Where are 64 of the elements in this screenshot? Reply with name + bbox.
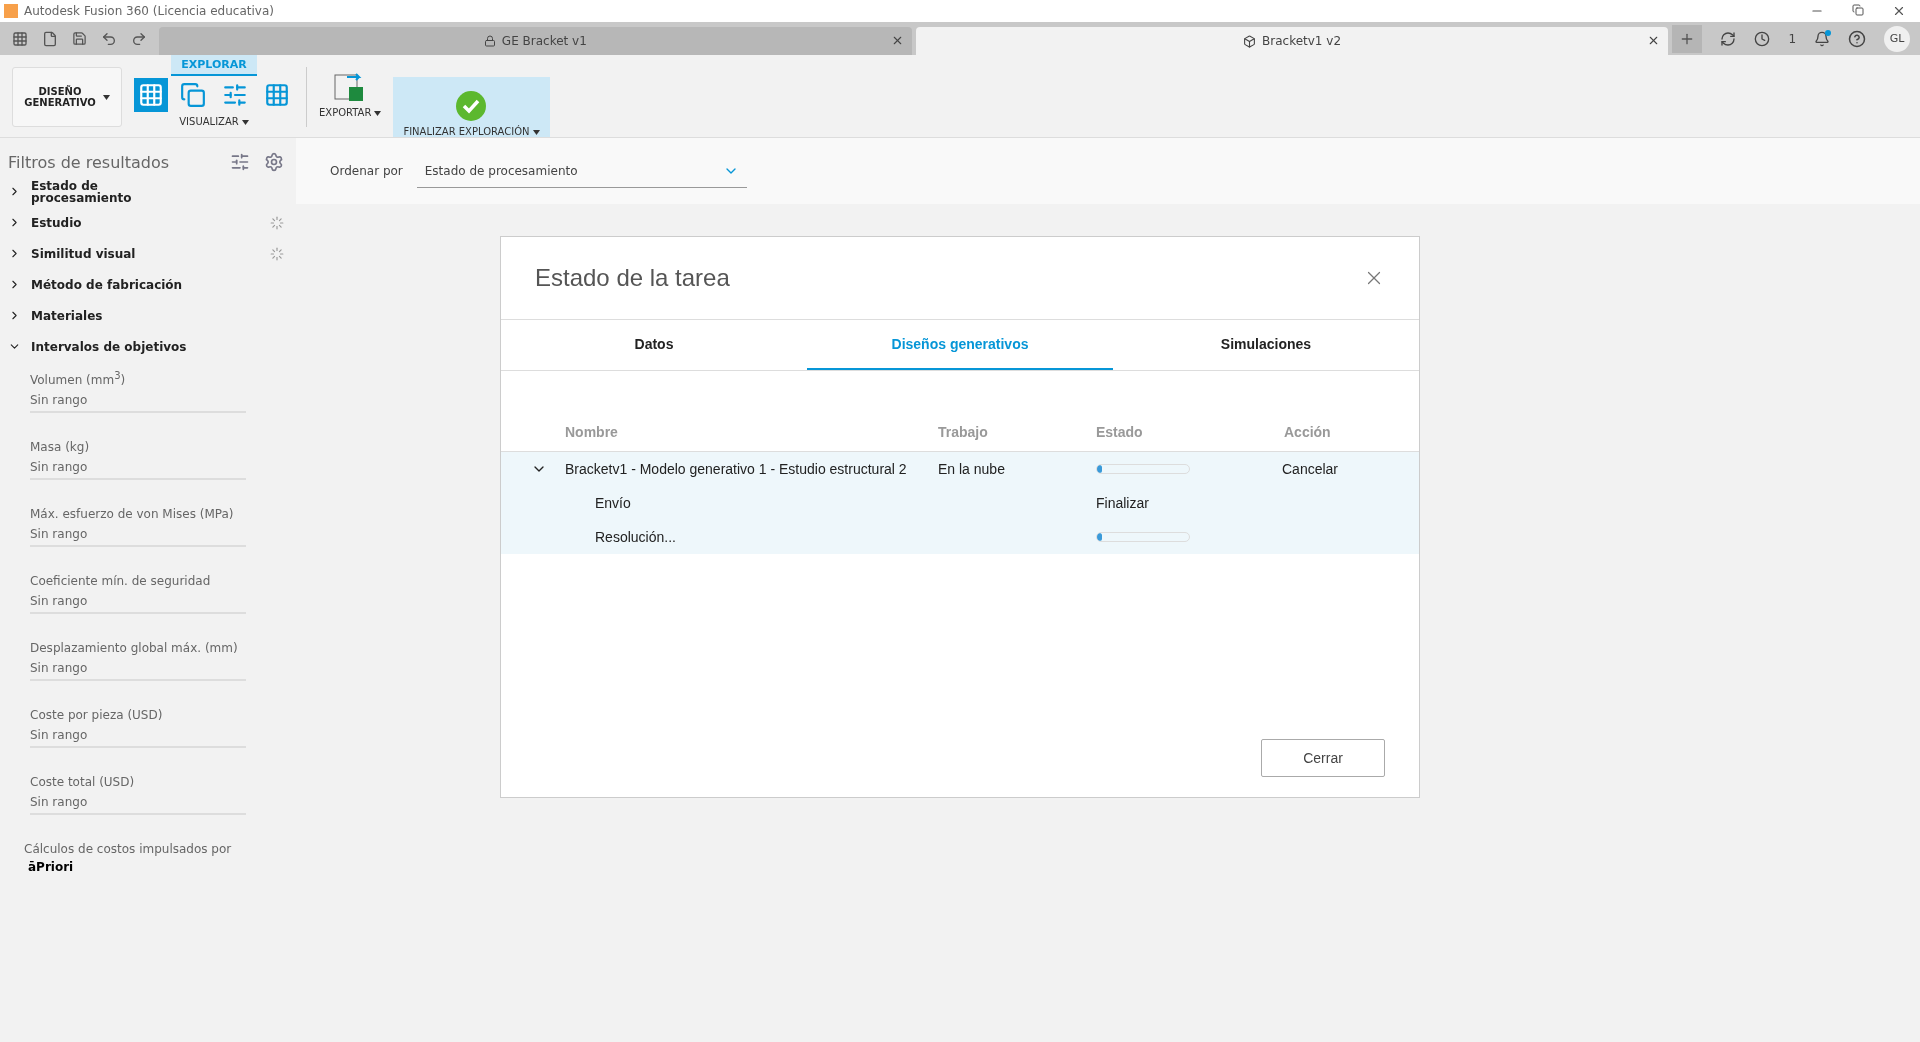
- job-status-icon[interactable]: [1754, 30, 1771, 47]
- finish-exploration-menu[interactable]: FINALIZAR EXPLORACIÓN: [403, 126, 540, 137]
- range-field[interactable]: Desplazamiento global máx. (mm) Sin rango: [30, 641, 246, 681]
- range-field[interactable]: Coste por pieza (USD) Sin rango: [30, 708, 246, 748]
- range-field[interactable]: Coste total (USD) Sin rango: [30, 775, 246, 815]
- table-cell-text: Bracketv1 - Modelo generativo 1 - Estudio estructural 2: [565, 461, 908, 477]
- column-header: Nombre: [565, 424, 619, 440]
- sort-label: Ordenar por: [330, 164, 403, 178]
- range-field[interactable]: Masa (kg) Sin rango: [30, 440, 246, 480]
- document-tab[interactable]: Bracketv1 v2: [915, 27, 1669, 55]
- cost-credit-text: Cálculos de costos impulsados por: [24, 842, 233, 856]
- window-title: Autodesk Fusion 360 (Licencia educativa): [24, 4, 274, 18]
- checkmark-icon[interactable]: [455, 90, 488, 122]
- caret-icon: [374, 111, 382, 116]
- range-field[interactable]: Máx. esfuerzo de von Mises (MPa) Sin rango: [30, 507, 246, 547]
- table-cell-text: Envío: [594, 495, 632, 511]
- apriori-logo: āPriori: [28, 860, 75, 874]
- help-icon[interactable]: [1848, 29, 1866, 48]
- undo-icon[interactable]: [101, 30, 117, 47]
- job-count: 1: [1788, 31, 1796, 46]
- view-layout-icon[interactable]: [134, 78, 168, 112]
- document-tab[interactable]: GE Bracket v1: [159, 27, 912, 55]
- column-header: Acción: [1283, 424, 1332, 440]
- sync-icon[interactable]: [1720, 30, 1737, 47]
- cube-icon: [1243, 34, 1256, 48]
- close-button[interactable]: Cerrar: [1261, 739, 1385, 777]
- filter-item[interactable]: Similitud visual: [8, 238, 296, 269]
- close-icon[interactable]: [1892, 4, 1906, 18]
- restore-icon[interactable]: [1852, 4, 1864, 16]
- sort-dropdown[interactable]: Estado de procesamiento: [416, 154, 747, 188]
- notification-bell-icon[interactable]: [1814, 30, 1830, 47]
- redo-icon[interactable]: [131, 30, 147, 47]
- caret-icon: [102, 94, 110, 100]
- filter-sliders-icon[interactable]: [230, 152, 250, 172]
- workspace-dropdown[interactable]: DISEÑO GENERATIVO: [12, 67, 122, 127]
- range-field[interactable]: Coeficiente mín. de seguridad Sin rango: [30, 574, 246, 614]
- column-header: Estado: [1096, 424, 1144, 440]
- filter-item[interactable]: Intervalos de objetivos: [8, 331, 296, 362]
- filter-item[interactable]: Materiales: [8, 300, 296, 331]
- table-cell-text: Resolución...: [594, 529, 677, 545]
- filter-item[interactable]: Método de fabricación: [8, 269, 296, 300]
- dialog-title: Estado de la tarea: [535, 264, 730, 292]
- export-menu[interactable]: EXPORTAR: [319, 107, 382, 118]
- user-avatar[interactable]: GL: [1884, 25, 1910, 52]
- settings-icon[interactable]: [264, 152, 284, 172]
- dialog-tab[interactable]: Simulaciones: [1113, 320, 1419, 370]
- column-header: Trabajo: [938, 424, 989, 440]
- lock-icon: [483, 35, 496, 47]
- caret-icon: [532, 130, 540, 135]
- sidebar-title: Filtros de resultados: [8, 152, 170, 172]
- table-cell-text: En la nube: [938, 461, 1006, 477]
- filter-item[interactable]: Estado de procesamiento: [8, 176, 296, 207]
- dialog-tab[interactable]: Datos: [501, 320, 807, 370]
- range-field[interactable]: Volumen (mm$^{3}$) Sin rango: [30, 370, 246, 413]
- visualize-menu[interactable]: VISUALIZAR: [179, 116, 249, 127]
- cancel-link[interactable]: Cancelar: [1264, 461, 1419, 477]
- save-icon[interactable]: [72, 31, 87, 46]
- filter-item[interactable]: Estudio: [8, 207, 296, 238]
- new-tab-button[interactable]: [1672, 24, 1703, 53]
- file-icon[interactable]: [42, 30, 58, 47]
- app-logo-icon: [4, 4, 18, 18]
- table-cell-text: Finalizar: [1096, 495, 1150, 511]
- apps-grid-icon[interactable]: [12, 30, 28, 47]
- caret-icon: [241, 120, 249, 125]
